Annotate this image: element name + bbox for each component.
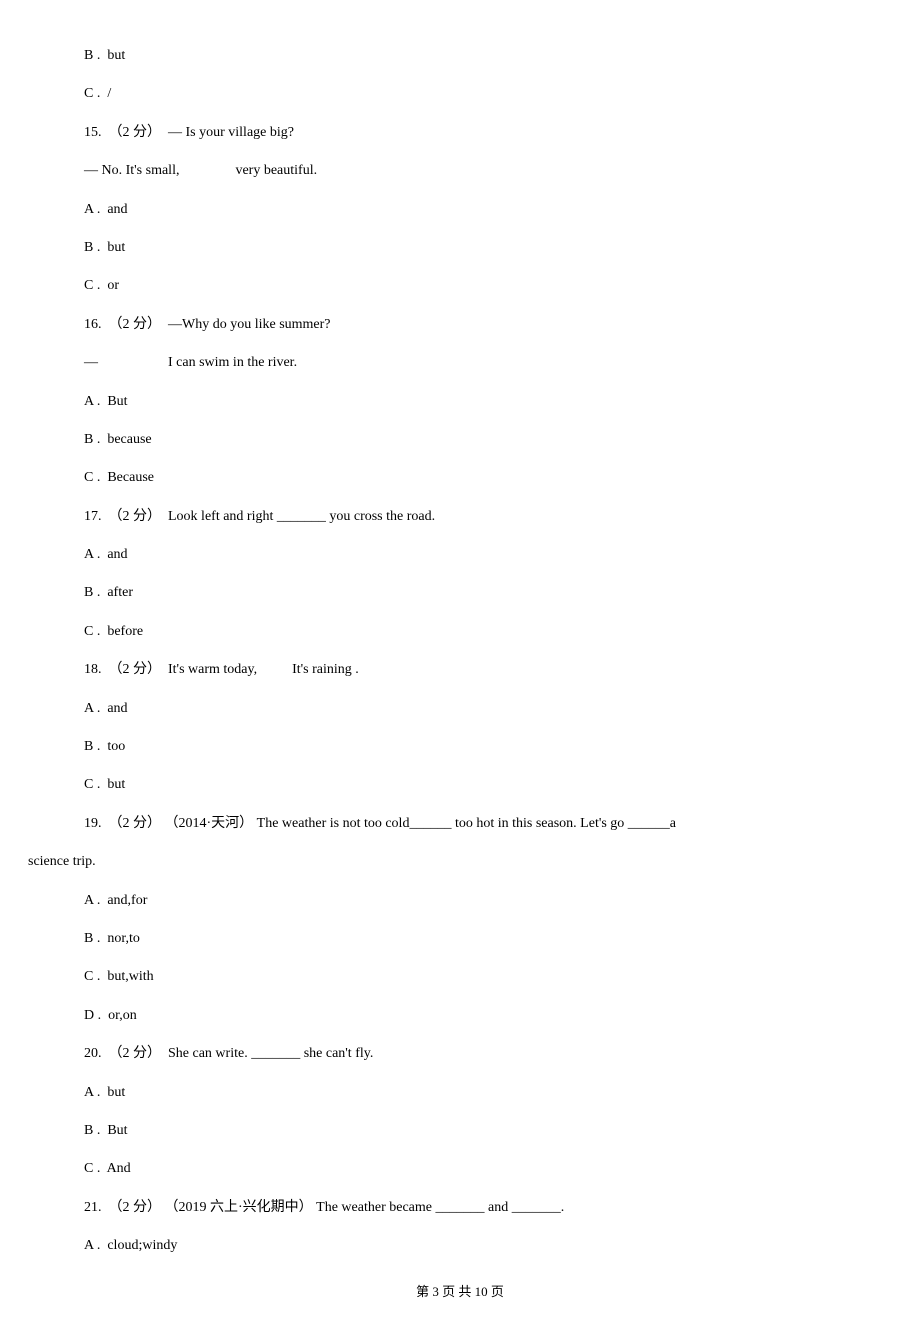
text-line: C . or <box>28 275 892 297</box>
text-line: — I can swim in the river. <box>28 352 892 374</box>
text-line: B . after <box>28 582 892 604</box>
text-line: 16. （2 分） —Why do you like summer? <box>28 314 892 336</box>
text-line: science trip. <box>28 851 892 873</box>
text-line: D . or,on <box>28 1005 892 1027</box>
document-body: B . but C . / 15. （2 分） — Is your village … <box>28 45 892 1258</box>
text-line: C . before <box>28 621 892 643</box>
text-line: B . but <box>28 237 892 259</box>
text-line: A . and,for <box>28 890 892 912</box>
text-line: 21. （2 分） （2019 六上·兴化期中） The weather bec… <box>28 1197 892 1219</box>
text-line: C . And <box>28 1158 892 1180</box>
document-page: B . but C . / 15. （2 分） — Is your village … <box>0 0 920 1322</box>
text-line: C . Because <box>28 467 892 489</box>
text-line: A . and <box>28 199 892 221</box>
text-line: A . cloud;windy <box>28 1235 892 1257</box>
text-line: C . but <box>28 774 892 796</box>
text-line: 19. （2 分） （2014·天河） The weather is not t… <box>28 813 892 835</box>
text-line: A . and <box>28 698 892 720</box>
text-line: A . but <box>28 1082 892 1104</box>
text-line: B . because <box>28 429 892 451</box>
page-footer: 第 3 页 共 10 页 <box>28 1282 892 1303</box>
text-line: B . nor,to <box>28 928 892 950</box>
text-line: 17. （2 分） Look left and right _______ yo… <box>28 506 892 528</box>
text-line: B . but <box>28 45 892 67</box>
text-line: 18. （2 分） It's warm today, It's raining … <box>28 659 892 681</box>
text-line: B . too <box>28 736 892 758</box>
text-line: C . but,with <box>28 966 892 988</box>
text-line: 15. （2 分） — Is your village big? <box>28 122 892 144</box>
text-line: B . But <box>28 1120 892 1142</box>
text-line: — No. It's small, very beautiful. <box>28 160 892 182</box>
text-line: A . But <box>28 391 892 413</box>
text-line: A . and <box>28 544 892 566</box>
text-line: 20. （2 分） She can write. _______ she can… <box>28 1043 892 1065</box>
text-line: C . / <box>28 83 892 105</box>
